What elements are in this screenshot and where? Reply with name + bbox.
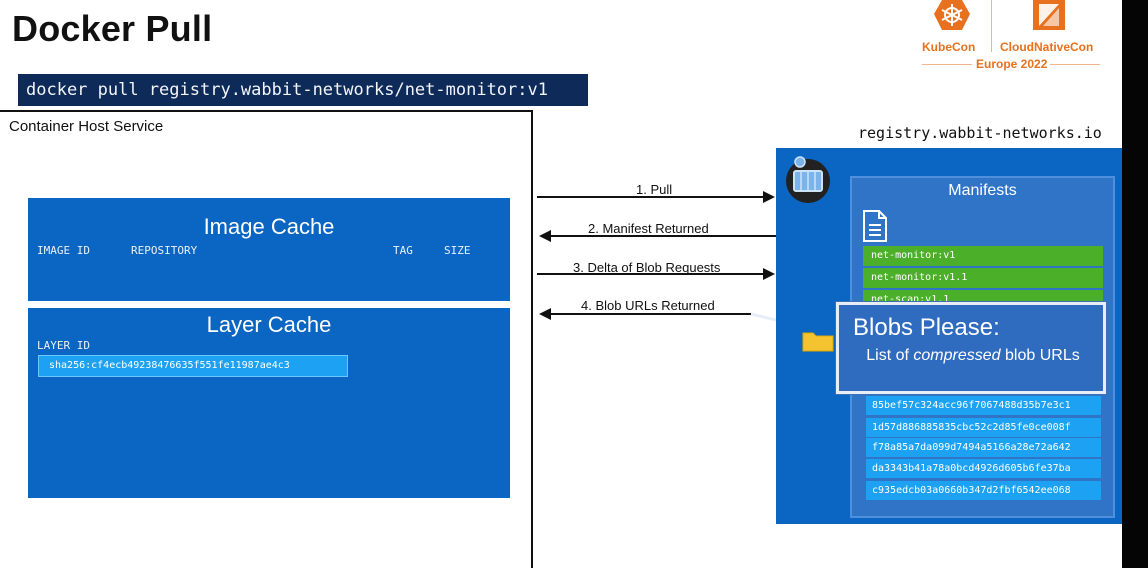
arrow-manifest-returned <box>539 230 777 242</box>
frame-edge <box>1122 0 1148 568</box>
blob-row: da3343b41a78a0bcd4926d605b6fe37ba <box>866 459 1101 478</box>
layer-cache-title: Layer Cache <box>206 312 332 337</box>
registry-host-label: registry.wabbit-networks.io <box>858 124 1102 142</box>
layer-cache-panel: Layer Cache LAYER ID <box>28 308 510 498</box>
arrow-pull <box>537 191 775 203</box>
blob-row: 1d57d886885835cbc52c2d85fe0ce008f <box>866 418 1101 437</box>
column-repository: REPOSITORY <box>131 244 198 257</box>
kubecon-helm-icon <box>934 0 970 30</box>
callout-body-emphasis: compressed <box>913 347 1001 364</box>
image-cache-title: Image Cache <box>203 214 335 239</box>
column-layer-id: LAYER ID <box>37 339 90 352</box>
slide-title: Docker Pull <box>12 8 213 49</box>
arrow-blob-requests <box>537 268 775 280</box>
blob-row: c935edcb03a0660b347d2fbf6542ee068 <box>866 481 1101 500</box>
callout-body-suffix: blob URLs <box>1000 347 1080 364</box>
callout-title: Blobs Please: <box>853 314 1000 341</box>
callout-body: List of compressed blob URLs <box>846 346 1100 365</box>
callout-body-prefix: List of <box>866 347 914 364</box>
manifest-row: net-monitor:v1 <box>863 246 1103 266</box>
container-host-label: Container Host Service <box>9 118 164 135</box>
manifests-title: Manifests <box>948 182 1017 199</box>
docker-pull-command: docker pull registry.wabbit-networks/net… <box>18 74 588 106</box>
column-size: SIZE <box>444 244 471 257</box>
event-rule-right <box>1050 64 1100 65</box>
cloudnativecon-wordmark: CloudNativeCon <box>1000 40 1094 54</box>
blob-row: 85bef57c324acc96f7067488d35b7e3c1 <box>866 396 1101 415</box>
event-name: Europe 2022 <box>976 57 1048 71</box>
image-cache-panel: Image Cache IMAGE ID REPOSITORY TAG SIZE <box>28 198 510 301</box>
blob-row: f78a85a7da099d7494a5166a28e72a642 <box>866 438 1101 457</box>
cncf-icon <box>1033 0 1065 30</box>
registry-icon <box>786 156 830 203</box>
layer-cache-row: sha256:cf4ecb49238476635f551fe11987ae4c3 <box>38 355 348 377</box>
folder-icon <box>802 332 834 352</box>
manifest-row: net-monitor:v1.1 <box>863 268 1103 288</box>
column-tag: TAG <box>393 244 413 257</box>
document-icon <box>863 210 887 242</box>
logo-divider <box>991 0 992 52</box>
event-rule-left <box>922 64 972 65</box>
kubecon-wordmark: KubeCon <box>922 40 976 54</box>
column-image-id: IMAGE ID <box>37 244 90 257</box>
